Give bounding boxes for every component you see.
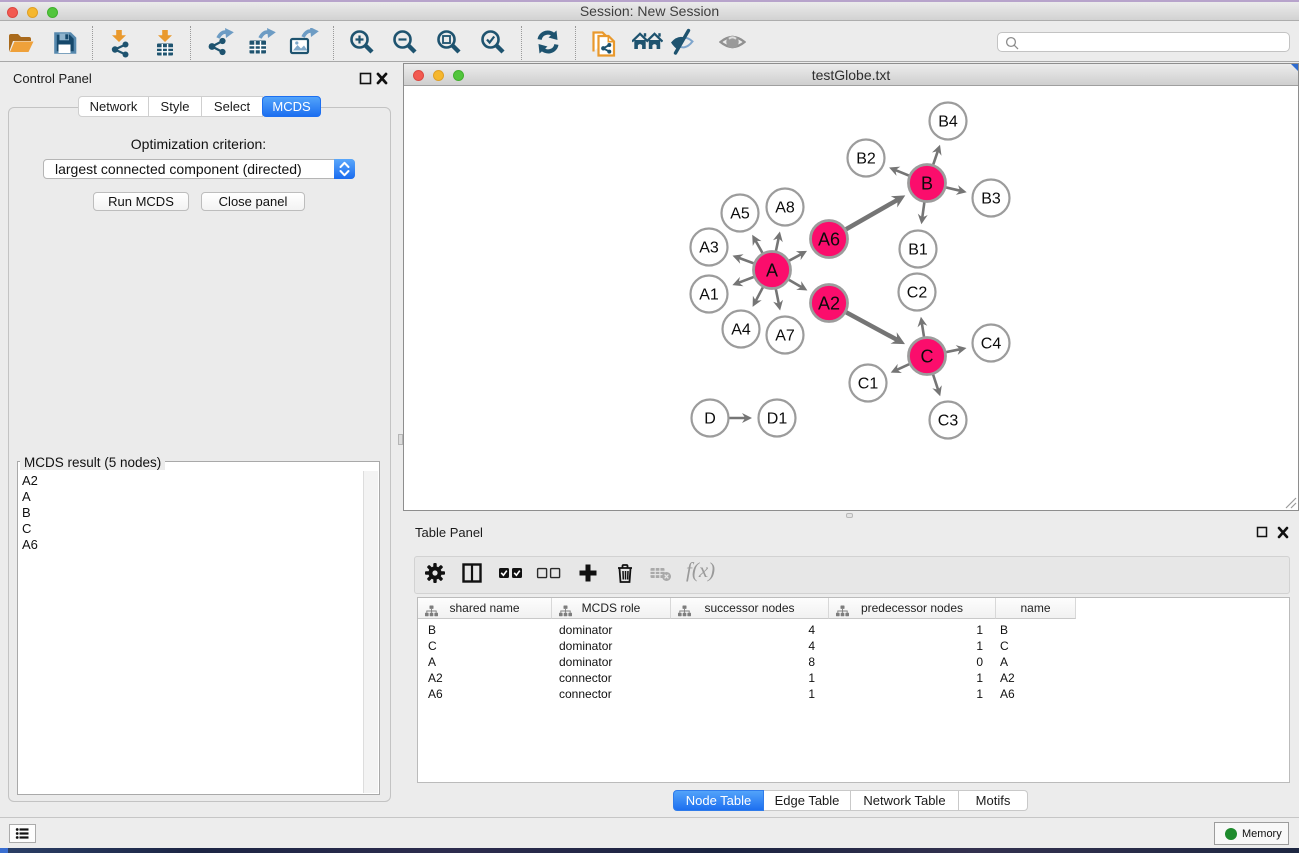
svg-text:A5: A5 (730, 206, 750, 223)
svg-text:A7: A7 (775, 328, 795, 345)
svg-text:C2: C2 (907, 285, 928, 302)
svg-text:C1: C1 (858, 376, 879, 393)
svg-text:B: B (921, 174, 933, 194)
svg-text:A6: A6 (818, 230, 840, 250)
svg-text:C3: C3 (938, 413, 959, 430)
svg-text:C4: C4 (981, 336, 1002, 353)
svg-text:A4: A4 (731, 322, 751, 339)
svg-text:A2: A2 (818, 294, 840, 314)
svg-text:A3: A3 (699, 240, 719, 257)
svg-text:B3: B3 (981, 191, 1001, 208)
svg-text:B4: B4 (938, 114, 958, 131)
svg-text:B2: B2 (856, 151, 876, 168)
svg-text:D: D (704, 411, 716, 428)
svg-text:C: C (921, 347, 934, 367)
svg-text:A: A (766, 261, 778, 281)
svg-text:B1: B1 (908, 242, 928, 259)
svg-text:D1: D1 (767, 411, 788, 428)
svg-text:A1: A1 (699, 287, 719, 304)
svg-text:A8: A8 (775, 200, 795, 217)
